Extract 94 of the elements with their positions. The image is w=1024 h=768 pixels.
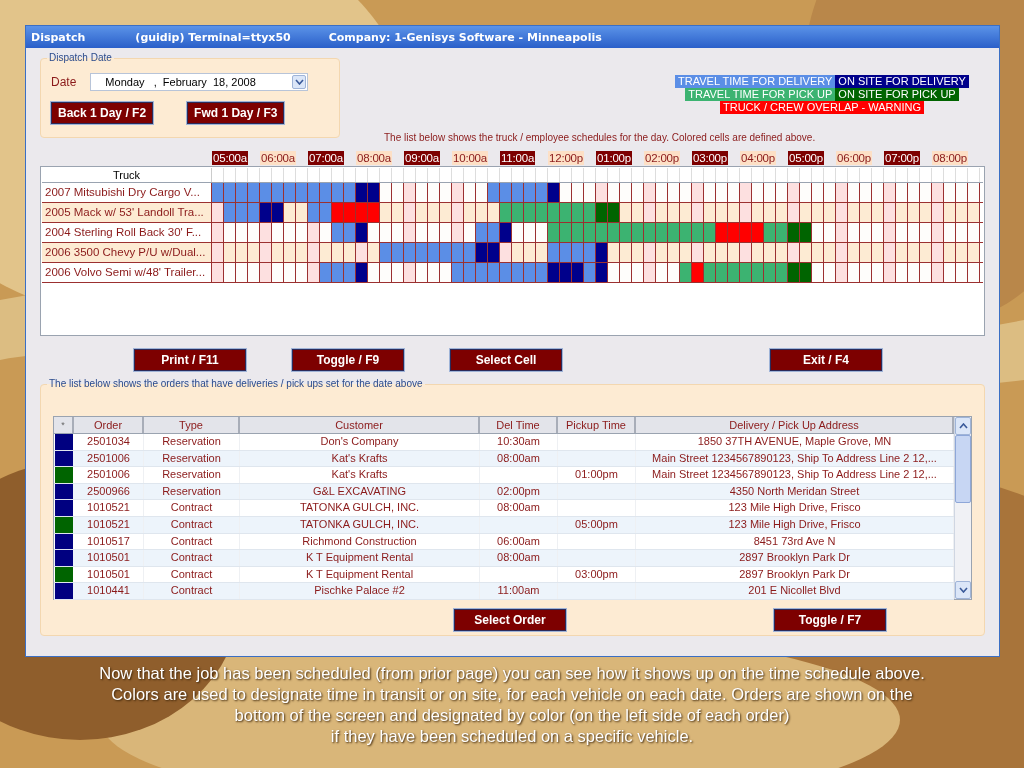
table-cell: 123 Mile High Drive, Frisco [728, 517, 861, 530]
table-cell: 2501006 [87, 468, 130, 481]
table-cell: 08:00am [497, 451, 540, 464]
table-cell: Reservation [162, 468, 221, 481]
date-picker[interactable]: Monday , February 18, 2008 [90, 73, 309, 91]
day-button[interactable]: Back 1 Day / F2 [51, 102, 154, 124]
table-cell: Main Street 1234567890123, Ship To Address Line 2 12,... [652, 468, 937, 481]
truck-name[interactable]: 2004 Sterling Roll Back 30' F... [42, 223, 212, 242]
action-button[interactable]: Toggle / F9 [292, 349, 404, 371]
table-cell: 08:00am [497, 501, 540, 514]
table-cell: 11:00am [497, 584, 540, 597]
table-cell: K T Equipment Rental [305, 567, 414, 580]
table-cell: Reservation [162, 435, 221, 447]
table-cell: Richmond Construction [302, 534, 417, 547]
table-cell: 2897 Brooklyn Park Dr [739, 567, 850, 580]
table-cell: 1010517 [87, 534, 130, 547]
legend-item: ON SITE FOR DELIVERY [835, 75, 969, 88]
time-label: 07:00a [308, 151, 344, 165]
action-button[interactable]: Select Order [454, 609, 566, 631]
time-label: 08:00a [356, 151, 392, 165]
table-cell: Contract [170, 517, 213, 530]
window-title: Company: 1-Genisys Software - Minneapolis [328, 30, 602, 44]
truck-name[interactable]: 2005 Mack w/ 53' Landoll Tra... [42, 203, 212, 222]
action-button[interactable]: Exit / F4 [770, 349, 882, 371]
table-cell: 2897 Brooklyn Park Dr [739, 551, 850, 564]
legend-item: ON SITE FOR PICK UP [835, 88, 959, 101]
table-cell: Kat's Krafts [331, 468, 388, 481]
truck-name[interactable]: 2007 Mitsubishi Dry Cargo V... [42, 183, 212, 202]
time-label: 01:00p [596, 151, 632, 165]
window-title: Dispatch [31, 30, 86, 44]
time-label: 07:00p [884, 151, 920, 165]
truck-name[interactable]: 2006 Volvo Semi w/48' Trailer... [42, 263, 212, 282]
time-label: 04:00p [740, 151, 776, 165]
table-cell: 4350 North Meridan Street [729, 484, 860, 497]
caption-text: Now that the job has been scheduled (from prior page) you can see how it shows up on the time schedule above. Colors are used to designate time in transit or on site, for each vehicle on each date. Orders are shown on the bottom of the screen and designated by color (on the left side of each order) if they have been scheduled on a specific vehicle. [98, 663, 926, 747]
truck-name[interactable]: 2006 3500 Chevy P/U w/Dual... [42, 243, 212, 262]
table-cell: G&L EXCAVATING [312, 484, 407, 497]
group-legend: The list below shows the orders that have deliveries / pick ups set for the date above [47, 378, 425, 389]
time-label: 10:00a [452, 151, 488, 165]
time-label: 05:00a [212, 151, 248, 165]
table-cell: 2501006 [87, 451, 130, 464]
time-label: 12:00p [548, 151, 584, 165]
time-label: 06:00a [260, 151, 296, 165]
time-label: 05:00p [788, 151, 824, 165]
legend-item: TRAVEL TIME FOR PICK UP [685, 88, 836, 101]
table-cell: Contract [170, 567, 213, 580]
table-cell: 1010521 [87, 517, 130, 530]
table-cell: Don's Company [320, 435, 399, 447]
table-cell: 123 Mile High Drive, Frisco [728, 501, 861, 514]
time-label: 08:00p [932, 151, 968, 165]
table-cell: Contract [170, 551, 213, 564]
table-cell: Contract [170, 584, 213, 597]
table-cell: 1850 37TH AVENUE, Maple Grove, MN [697, 435, 892, 447]
table-cell: 1010501 [87, 567, 130, 580]
table-cell: 1010441 [87, 584, 130, 597]
window-title: (guidip) Terminal=ttyx50 [135, 30, 291, 44]
table-cell: K T Equipment Rental [305, 551, 414, 564]
day-button[interactable]: Fwd 1 Day / F3 [187, 102, 285, 124]
schedule-note: The list below shows the truck / employee schedules for the day. Colored cells are defined above. [384, 131, 817, 145]
date-label: Date [51, 75, 77, 89]
table-cell: 201 E Nicollet Blvd [748, 584, 841, 597]
table-cell: 02:00pm [497, 484, 540, 497]
table-cell: 1010501 [87, 551, 130, 564]
table-cell: Contract [170, 501, 213, 514]
table-cell: TATONKA GULCH, INC. [299, 517, 420, 530]
table-cell: 08:00am [497, 551, 540, 564]
time-label: 09:00a [404, 151, 440, 165]
table-cell: 8451 73rd Ave N [753, 534, 836, 547]
table-cell: Reservation [162, 484, 221, 497]
group-legend: Dispatch Date [47, 52, 114, 63]
time-label: 03:00p [692, 151, 728, 165]
table-cell: 06:00am [497, 534, 540, 547]
table-cell: 2500966 [87, 484, 130, 497]
table-cell: 03:00pm [575, 567, 618, 580]
legend-item: TRAVEL TIME FOR DELIVERY [675, 75, 836, 88]
action-button[interactable]: Print / F11 [134, 349, 246, 371]
table-cell: Reservation [162, 451, 221, 464]
table-cell: 2501034 [87, 435, 130, 447]
table-cell: 10:30am [497, 435, 540, 447]
table-cell: 1010521 [87, 501, 130, 514]
table-cell: Pischke Palace #2 [314, 584, 405, 597]
time-label: 06:00p [836, 151, 872, 165]
action-button[interactable]: Toggle / F7 [774, 609, 886, 631]
action-button[interactable]: Select Cell [450, 349, 562, 371]
time-label: 11:00a [500, 151, 536, 165]
table-cell: 05:00pm [575, 517, 618, 530]
table-cell: Main Street 1234567890123, Ship To Address Line 2 12,... [652, 451, 937, 464]
table-cell: TATONKA GULCH, INC. [299, 501, 420, 514]
column-header: Truck [42, 168, 212, 182]
table-cell: Kat's Krafts [331, 451, 388, 464]
table-cell: Contract [170, 534, 213, 547]
time-label: 02:00p [644, 151, 680, 165]
legend-item: TRUCK / CREW OVERLAP - WARNING [720, 101, 924, 114]
table-cell: 01:00pm [575, 468, 618, 481]
